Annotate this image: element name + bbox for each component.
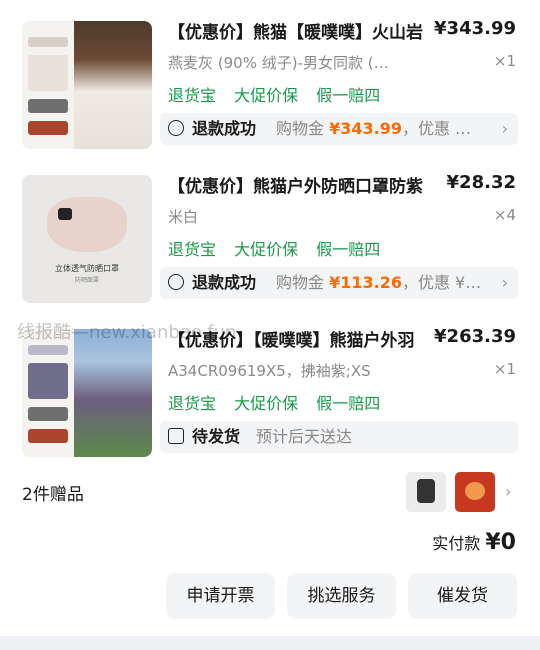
bottom-divider: [0, 636, 540, 650]
refund-status-bar[interactable]: 退款成功 购物金 ¥113.26，优惠 ¥… ›: [160, 267, 518, 299]
refund-amount: ¥113.26: [329, 273, 402, 292]
tag-fake-compensate: 假一赔四: [316, 240, 381, 259]
chevron-right-icon: ›: [501, 273, 508, 292]
product-quantity: ×1: [493, 52, 516, 70]
invoice-button[interactable]: 申请开票: [166, 573, 275, 619]
status-text: 退款成功: [192, 119, 257, 138]
payment-amount: ¥0: [485, 530, 516, 555]
delivery-estimate: 预计后天送达: [256, 427, 353, 446]
tag-return-insurance: 退货宝: [168, 240, 217, 259]
product-image[interactable]: 立体透气防晒口罩 防晒面罩: [22, 175, 152, 303]
status-note: 购物金 ¥113.26，优惠 ¥…: [276, 273, 482, 292]
product-price: ¥343.99: [434, 18, 516, 39]
tag-price-protect: 大促价保: [234, 240, 299, 259]
service-tags: 退货宝 大促价保 假一赔四: [168, 236, 393, 260]
product-title[interactable]: 【优惠价】熊猫户外防晒口罩防紫: [168, 172, 438, 197]
product-price: ¥28.32: [446, 172, 516, 193]
tag-fake-compensate: 假一赔四: [316, 394, 381, 413]
check-circle-icon: [168, 120, 184, 136]
gift-image-1[interactable]: [406, 472, 446, 512]
refund-amount: ¥343.99: [329, 119, 402, 138]
product-price: ¥263.39: [434, 326, 516, 347]
urge-shipping-button[interactable]: 催发货: [408, 573, 517, 619]
tag-fake-compensate: 假一赔四: [316, 86, 381, 105]
product-quantity: ×4: [493, 206, 516, 224]
watermark: 线报酷—new.xianbao.fun: [17, 322, 237, 343]
select-service-button[interactable]: 挑选服务: [287, 573, 396, 619]
shipping-status-bar[interactable]: 待发货 预计后天送达: [160, 421, 518, 453]
status-text: 退款成功: [192, 273, 257, 292]
service-tags: 退货宝 大促价保 假一赔四: [168, 82, 393, 106]
payment-label: 实付款: [432, 534, 486, 553]
service-tags: 退货宝 大促价保 假一赔四: [168, 390, 393, 414]
product-image[interactable]: [22, 21, 152, 149]
product-variant: 米白: [168, 208, 199, 226]
thumb-subcaption: 防晒面罩: [74, 277, 99, 284]
chevron-right-icon[interactable]: ›: [505, 482, 511, 501]
package-icon: [168, 428, 184, 444]
tag-price-protect: 大促价保: [234, 86, 299, 105]
status-text: 待发货: [192, 427, 241, 446]
gift-image-2[interactable]: [455, 472, 495, 512]
product-title[interactable]: 【优惠价】熊猫【暖噗噗】火山岩: [168, 18, 438, 43]
tag-return-insurance: 退货宝: [168, 394, 217, 413]
thumb-caption: 立体透气防晒口罩: [55, 264, 119, 273]
status-note: 购物金 ¥343.99，优惠 …: [276, 119, 472, 138]
product-quantity: ×1: [493, 360, 516, 378]
product-image[interactable]: [22, 329, 152, 457]
tag-return-insurance: 退货宝: [168, 86, 217, 105]
tag-price-protect: 大促价保: [234, 394, 299, 413]
payment-total: 实付款 ¥0: [432, 530, 516, 555]
refund-status-bar[interactable]: 退款成功 购物金 ¥343.99，优惠 … ›: [160, 113, 518, 145]
check-circle-icon: [168, 274, 184, 290]
chevron-right-icon: ›: [501, 119, 508, 138]
product-variant: A34CR09619X5，拂袖紫;XS: [168, 362, 371, 380]
gifts-label[interactable]: 2件赠品: [22, 480, 84, 505]
product-variant: 燕麦灰 (90% 绒子)-男女同款 (…: [168, 54, 389, 72]
